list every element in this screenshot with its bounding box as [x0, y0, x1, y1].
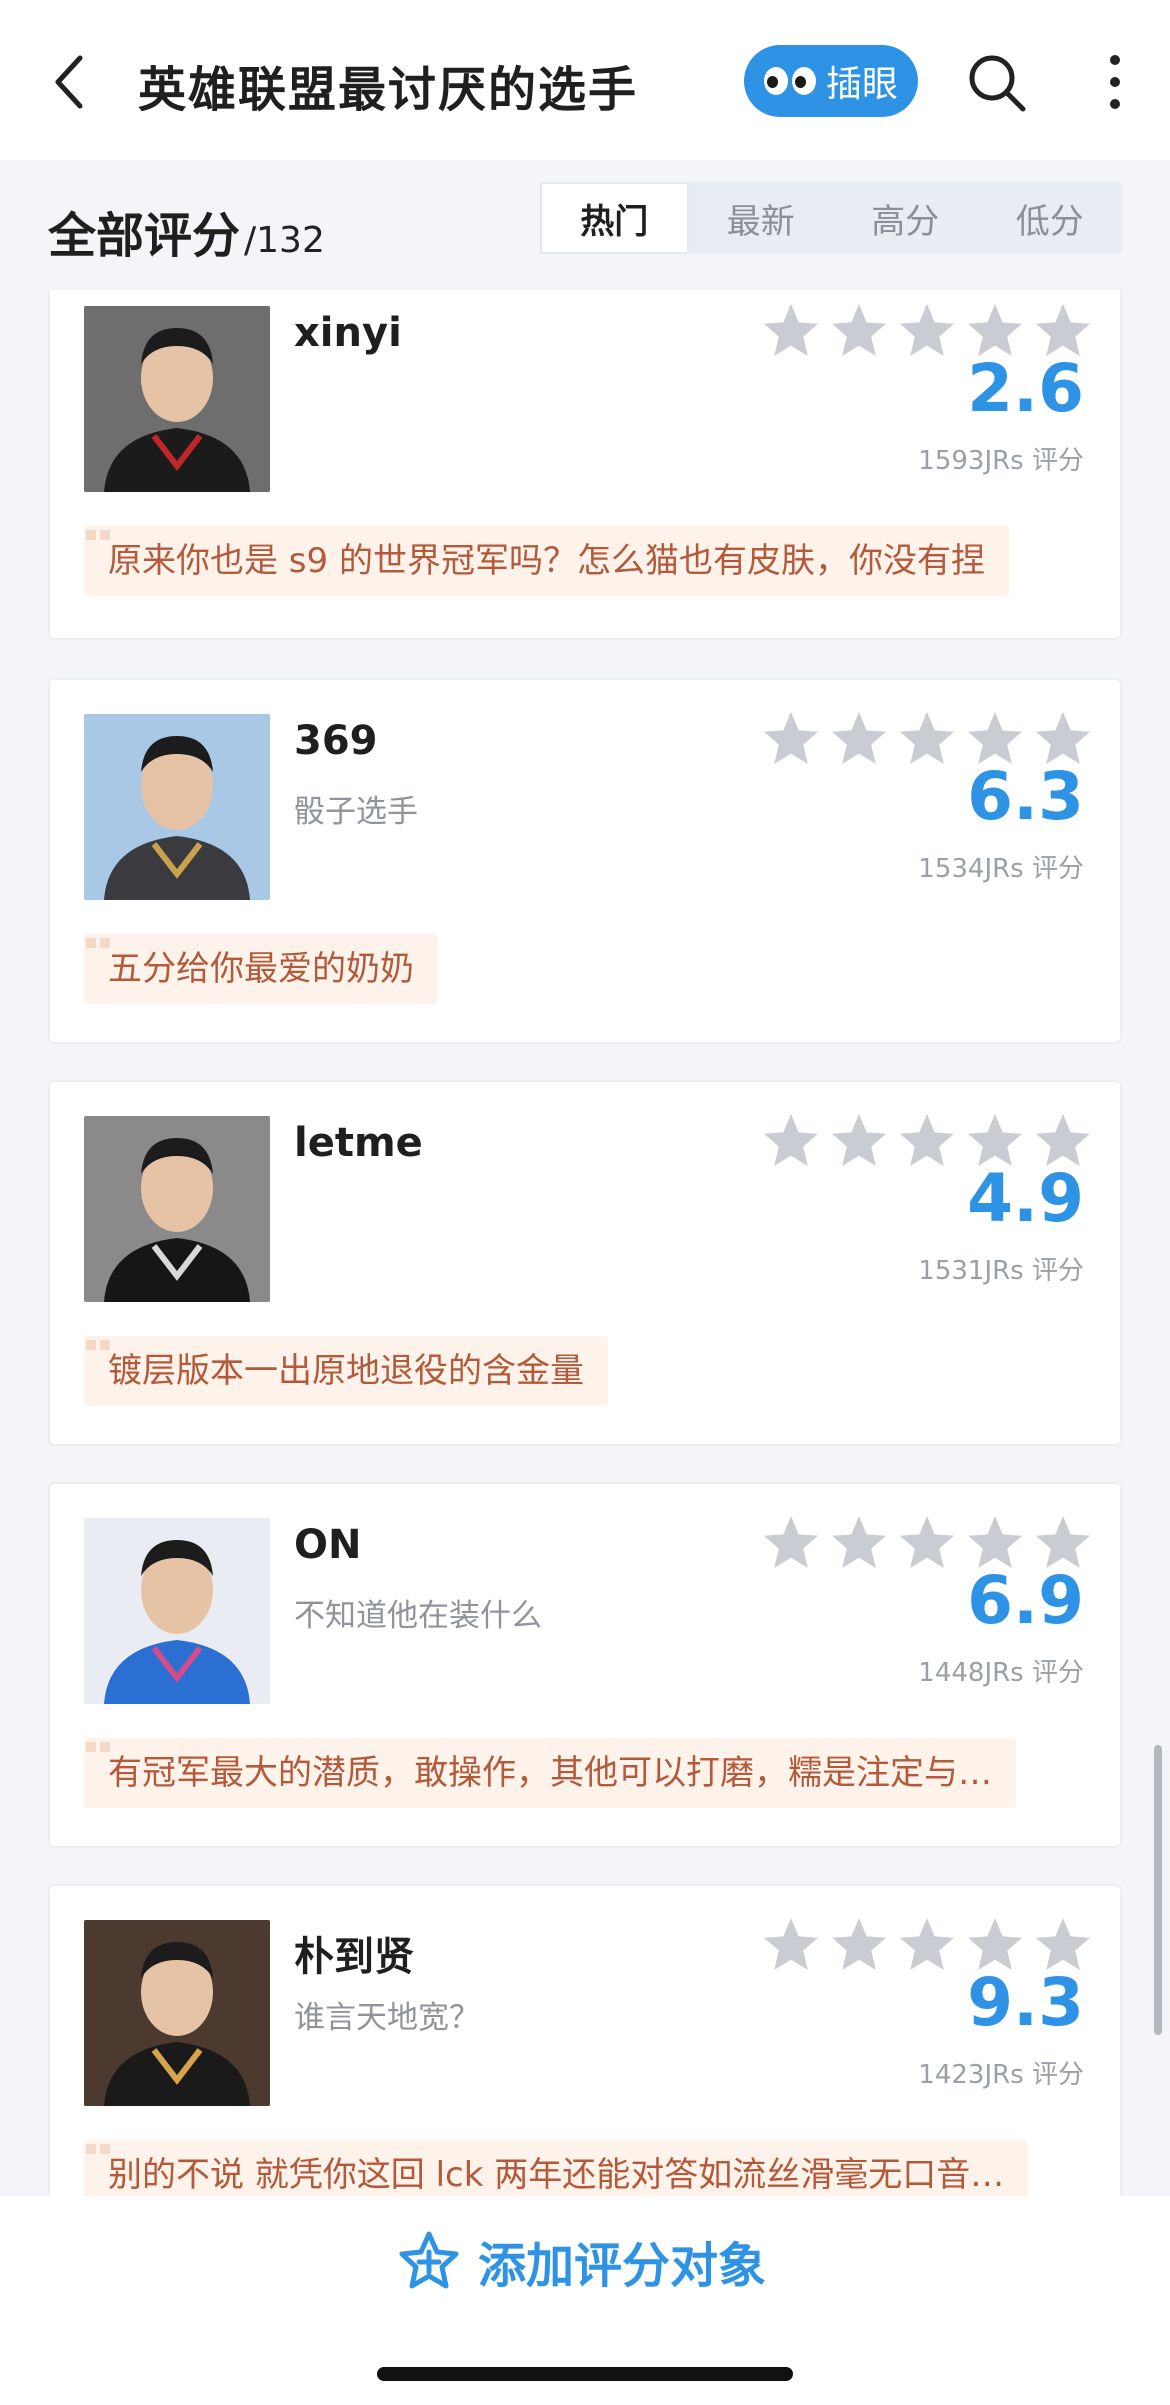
star-icon[interactable] — [762, 1112, 820, 1168]
star-icon[interactable] — [830, 1112, 888, 1168]
star-icon[interactable] — [898, 302, 956, 358]
average-score: 4.9 — [967, 1160, 1084, 1237]
player-photo-icon — [84, 1518, 270, 1704]
scrollbar[interactable] — [1154, 1745, 1162, 2035]
rating-card[interactable]: ON 不知道他在装什么 6.9 1448JRs 评分 有冠军最大的潜质，敢操作，… — [48, 1482, 1122, 1848]
comment-text: 原来你也是 s9 的世界冠军吗？怎么猫也有皮肤，你没有捏 — [108, 541, 985, 581]
raters-count: 1423JRs 评分 — [918, 2060, 1084, 2090]
raters-count: 1593JRs 评分 — [918, 446, 1084, 476]
tab-hot[interactable]: 热门 — [540, 182, 689, 254]
comment-text: 镀层版本一出原地退役的含金量 — [108, 1351, 584, 1391]
home-indicator — [377, 2367, 793, 2381]
average-score: 2.6 — [967, 350, 1084, 427]
player-subtitle: 谁言天地宽？ — [294, 2000, 480, 2036]
top-bar: 英雄联盟最讨厌的选手 插眼 — [0, 0, 1170, 160]
star-icon[interactable] — [830, 710, 888, 766]
player-avatar — [84, 1116, 270, 1302]
star-icon[interactable] — [830, 302, 888, 358]
top-comment[interactable]: 原来你也是 s9 的世界冠军吗？怎么猫也有皮肤，你没有捏 — [84, 526, 1009, 596]
star-icon[interactable] — [830, 1916, 888, 1972]
star-icon[interactable] — [762, 1916, 820, 1972]
top-comment[interactable]: 别的不说 就凭你这回 lck 两年还能对答如流丝滑毫无口音… — [84, 2140, 1029, 2196]
star-icon[interactable] — [898, 1916, 956, 1972]
comment-text: 别的不说 就凭你这回 lck 两年还能对答如流丝滑毫无口音… — [108, 2155, 1005, 2195]
player-photo-icon — [84, 306, 270, 492]
search-icon[interactable] — [966, 52, 1028, 114]
bottom-bar: 添加评分对象 — [0, 2196, 1170, 2405]
star-icon[interactable] — [762, 1514, 820, 1570]
raters-count: 1531JRs 评分 — [918, 1256, 1084, 1286]
tab-low[interactable]: 低分 — [978, 182, 1123, 254]
star-icon[interactable] — [830, 1514, 888, 1570]
average-score: 6.9 — [967, 1562, 1084, 1639]
player-photo-icon — [84, 1116, 270, 1302]
top-comment[interactable]: 五分给你最爱的奶奶 — [84, 934, 438, 1004]
all-ratings-label: 全部评分 — [48, 208, 241, 264]
add-star-icon — [399, 2231, 459, 2289]
star-icon[interactable] — [898, 1112, 956, 1168]
all-ratings-heading: 全部评分/132 — [48, 196, 325, 266]
player-name: 369 — [294, 718, 378, 764]
player-name: letme — [294, 1120, 423, 1166]
player-name: ON — [294, 1522, 362, 1568]
page-title: 英雄联盟最讨厌的选手 — [138, 62, 639, 118]
sort-tabs: 热门 最新 高分 低分 — [540, 182, 1122, 254]
player-subtitle: 不知道他在装什么 — [294, 1598, 542, 1634]
eyes-icon — [763, 67, 816, 95]
average-score: 9.3 — [967, 1964, 1084, 2041]
rating-card[interactable]: letme 4.9 1531JRs 评分 镀层版本一出原地退役的含金量 — [48, 1080, 1122, 1446]
top-comment[interactable]: 镀层版本一出原地退役的含金量 — [84, 1336, 608, 1406]
comment-text: 有冠军最大的潜质，敢操作，其他可以打磨，糯是注定与… — [108, 1753, 992, 1793]
chayan-button[interactable]: 插眼 — [744, 45, 918, 117]
more-options-icon[interactable] — [1100, 52, 1130, 112]
player-name: xinyi — [294, 310, 402, 356]
filter-bar: 全部评分/132 热门 最新 高分 低分 — [0, 160, 1170, 290]
player-name: 朴到贤 — [294, 1934, 414, 1980]
chayan-label: 插眼 — [825, 64, 898, 105]
player-avatar — [84, 1920, 270, 2106]
add-rating-object-button[interactable]: 添加评分对象 — [398, 2226, 766, 2296]
player-avatar — [84, 1518, 270, 1704]
rating-card[interactable]: 369 骰子选手 6.3 1534JRs 评分 五分给你最爱的奶奶 — [48, 678, 1122, 1044]
star-icon[interactable] — [762, 302, 820, 358]
rating-list: xinyi 2.6 1593JRs 评分 原来你也是 s9 的世界冠军吗？怎么猫… — [0, 290, 1170, 2196]
tab-high[interactable]: 高分 — [833, 182, 978, 254]
player-avatar — [84, 306, 270, 492]
star-icon[interactable] — [762, 710, 820, 766]
player-photo-icon — [84, 1920, 270, 2106]
star-icon[interactable] — [898, 1514, 956, 1570]
comment-text: 五分给你最爱的奶奶 — [108, 949, 414, 989]
average-score: 6.3 — [967, 758, 1084, 835]
tab-latest[interactable]: 最新 — [689, 182, 834, 254]
rating-card[interactable]: xinyi 2.6 1593JRs 评分 原来你也是 s9 的世界冠军吗？怎么猫… — [48, 290, 1122, 640]
raters-count: 1448JRs 评分 — [918, 1658, 1084, 1688]
add-rating-object-label: 添加评分对象 — [478, 2238, 767, 2294]
raters-count: 1534JRs 评分 — [918, 854, 1084, 884]
star-icon[interactable] — [898, 710, 956, 766]
player-avatar — [84, 714, 270, 900]
rating-card[interactable]: 朴到贤 谁言天地宽？ 9.3 1423JRs 评分 别的不说 就凭你这回 lck… — [48, 1884, 1122, 2196]
player-photo-icon — [84, 714, 270, 900]
top-comment[interactable]: 有冠军最大的潜质，敢操作，其他可以打磨，糯是注定与… — [84, 1738, 1016, 1808]
player-subtitle: 骰子选手 — [294, 794, 418, 830]
back-arrow-icon[interactable] — [48, 52, 92, 112]
ratings-count: /132 — [244, 220, 325, 261]
